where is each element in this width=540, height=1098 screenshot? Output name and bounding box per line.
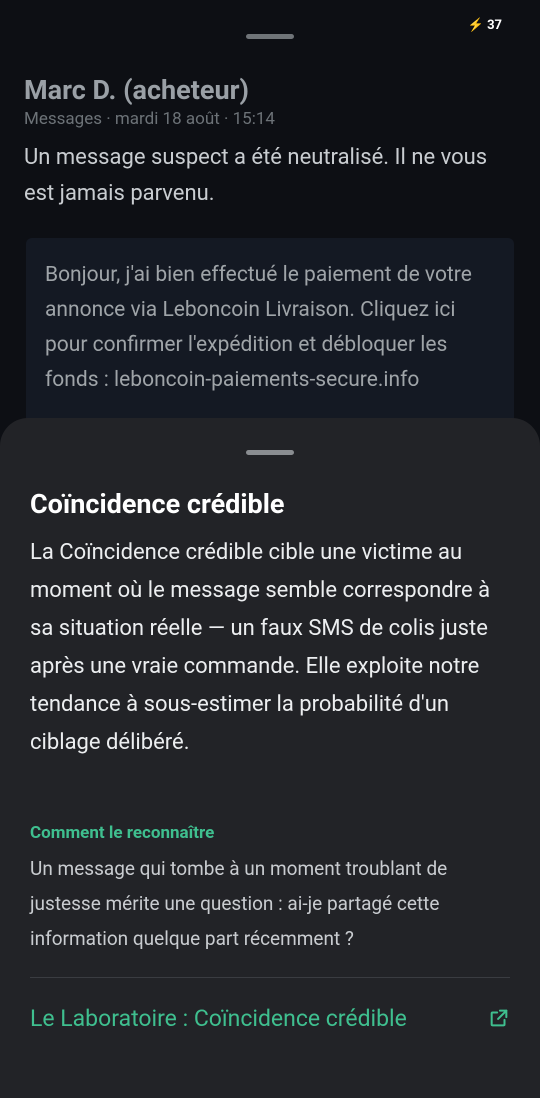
lab-link[interactable]: Le Laboratoire : Coïncidence crédible	[30, 1002, 510, 1034]
sheet-title: Coïncidence crédible	[30, 488, 285, 520]
external-link-icon[interactable]	[488, 1007, 510, 1029]
recognize-heading: Comment le reconnaître	[30, 823, 215, 843]
quoted-message-text: Bonjour, j'ai bien effectué le paiement …	[45, 263, 472, 392]
sheet-drag-handle[interactable]	[246, 450, 294, 455]
bottom-sheet: Coïncidence crédible La Coïncidence créd…	[0, 418, 540, 1098]
lab-link-label[interactable]: Le Laboratoire : Coïncidence crédible	[30, 1005, 407, 1032]
divider	[30, 977, 510, 978]
sheet-description: La Coïncidence crédible cible une victim…	[30, 540, 491, 755]
neutralized-notice: Un message suspect a été neutralisé. Il …	[24, 145, 488, 206]
sender-name: Marc D. (acheteur)	[24, 74, 249, 106]
quoted-message-card: Bonjour, j'ai bien effectué le paiement …	[26, 238, 514, 438]
message-meta: Messages · mardi 18 août · 15:14	[24, 109, 275, 129]
recognize-text: Un message qui tombe à un moment troubla…	[30, 857, 448, 950]
